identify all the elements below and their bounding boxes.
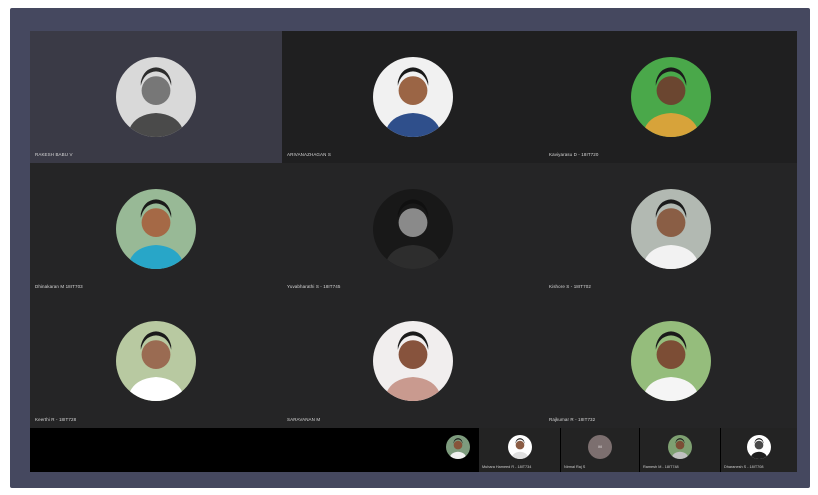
participant-name: Dhinakaran M 18IT703 [35,284,83,289]
participant-avatar [630,189,711,269]
participant-tile[interactable]: RAKESH BABU V [30,31,282,163]
strip-avatar [668,435,692,459]
participant-avatar [373,189,453,269]
participant-avatar [373,57,453,137]
participant-tile[interactable]: Yuvabharathi S - 18IT745 [282,163,544,295]
participant-name: Keerthi R - 18IT728 [35,417,77,422]
participant-tile[interactable]: Kaviyarasu D - 18IT720 [544,31,797,163]
participant-name: ARIVANAZHAGAN S [287,152,331,157]
participant-avatar [116,57,196,137]
participant-name: Kishore S - 18IT702 [549,284,591,289]
participant-tile[interactable]: Keerthi R - 18IT728 [30,295,282,428]
participant-name: SARAVANAN M [287,417,321,422]
participant-name: Kaviyarasu D - 18IT720 [549,152,599,157]
participant-grid: RAKESH BABU V ARIVANAZHAGAN S Kaviyarasu… [30,31,797,428]
strip-participant-tile[interactable]: Ramesh M - 18IT748 [640,428,720,472]
strip-participant-name: Ramesh M - 18IT748 [643,465,679,469]
strip-participant-name: Muhara Hameed R - 18IT734 [482,465,532,469]
participant-avatar [116,189,196,269]
participant-tile[interactable]: SARAVANAN M [282,295,544,428]
participant-avatar [373,321,453,401]
participant-name: Yuvabharathi S - 18IT745 [287,284,341,289]
participant-tile[interactable]: Rajkumar R - 18IT732 [544,295,797,428]
strip-avatar [507,435,532,459]
participant-avatar [630,57,711,137]
participant-name: RAKESH BABU V [35,152,73,157]
strip-participant-name: Nirmal Raj S [564,465,586,469]
meeting-window: RAKESH BABU V ARIVANAZHAGAN S Kaviyarasu… [30,31,797,472]
strip-avatar [747,435,771,459]
strip-participant-name: Dharanesh S - 18IT708 [724,465,764,469]
participant-tile[interactable]: ARIVANAZHAGAN S [282,31,544,163]
participant-strip: Muhara Hameed R - 18IT734 M Nirmal Raj S… [30,428,797,472]
strip-participant-tile[interactable] [438,428,478,472]
participant-avatar [116,321,196,401]
strip-participant-tile[interactable]: M Nirmal Raj S [561,428,639,472]
participant-avatar [630,321,711,401]
strip-participant-tile[interactable]: Dharanesh S - 18IT708 [721,428,797,472]
participant-name: Rajkumar R - 18IT732 [549,417,596,422]
participant-tile[interactable]: Kishore S - 18IT702 [544,163,797,295]
strip-participant-tile[interactable]: Muhara Hameed R - 18IT734 [479,428,560,472]
initials-avatar: M [588,435,612,459]
participant-tile[interactable]: Dhinakaran M 18IT703 [30,163,282,295]
strip-avatar [446,435,470,459]
